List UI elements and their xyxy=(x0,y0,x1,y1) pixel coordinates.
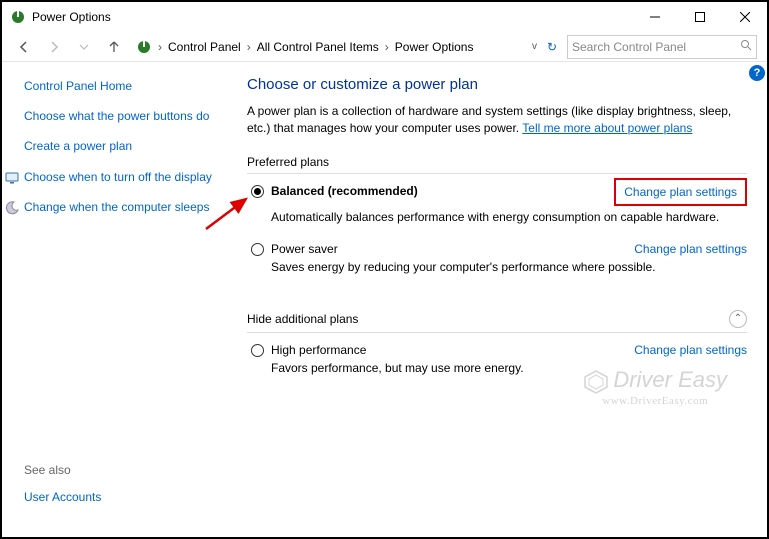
recent-dropdown[interactable] xyxy=(72,35,96,59)
plan-saver-desc: Saves energy by reducing your computer's… xyxy=(271,260,747,274)
display-off-icon xyxy=(4,170,20,186)
maximize-button[interactable] xyxy=(677,2,722,32)
power-options-icon xyxy=(136,39,152,55)
sidebar-create-plan[interactable]: Create a power plan xyxy=(24,138,217,154)
plan-balanced-desc: Automatically balances performance with … xyxy=(271,210,747,224)
page-heading: Choose or customize a power plan xyxy=(247,76,747,93)
sidebar-computer-sleeps[interactable]: Change when the computer sleeps xyxy=(24,199,217,215)
back-button[interactable] xyxy=(12,35,36,59)
preferred-plans-label: Preferred plans xyxy=(247,155,747,174)
sidebar: Control Panel Home Choose what the power… xyxy=(2,62,227,537)
close-button[interactable] xyxy=(722,2,767,32)
moon-icon xyxy=(4,200,20,216)
plan-balanced: Balanced (recommended) Change plan setti… xyxy=(247,184,747,236)
main: Choose or customize a power plan A power… xyxy=(227,62,767,537)
breadcrumb-control-panel[interactable]: Control Panel xyxy=(168,40,241,54)
minimize-button[interactable] xyxy=(632,2,677,32)
titlebar: Power Options xyxy=(2,2,767,32)
radio-high-performance[interactable] xyxy=(251,344,264,357)
breadcrumb[interactable]: › Control Panel › All Control Panel Item… xyxy=(132,35,561,59)
see-also-user-accounts[interactable]: User Accounts xyxy=(24,489,101,505)
plan-power-saver: Power saver Change plan settings Saves e… xyxy=(247,242,747,286)
tell-me-more-link[interactable]: Tell me more about power plans xyxy=(522,121,692,135)
breadcrumb-power-options[interactable]: Power Options xyxy=(395,40,474,54)
change-plan-balanced[interactable]: Change plan settings xyxy=(614,178,747,206)
refresh-icon[interactable]: ↻ xyxy=(547,40,557,54)
search-icon xyxy=(740,39,752,54)
change-plan-high[interactable]: Change plan settings xyxy=(634,343,747,357)
change-plan-saver[interactable]: Change plan settings xyxy=(634,242,747,256)
see-also-label: See also xyxy=(24,463,101,477)
plan-high-desc: Favors performance, but may use more ene… xyxy=(271,361,747,375)
navigation-bar: › Control Panel › All Control Panel Item… xyxy=(2,32,767,62)
plan-high-performance: High performance Change plan settings Fa… xyxy=(247,343,747,387)
radio-balanced[interactable] xyxy=(251,185,264,198)
plan-balanced-name[interactable]: Balanced (recommended) xyxy=(271,184,418,198)
radio-power-saver[interactable] xyxy=(251,243,264,256)
breadcrumb-all-items[interactable]: All Control Panel Items xyxy=(257,40,379,54)
hide-additional-label: Hide additional plans xyxy=(247,312,358,326)
sidebar-control-panel-home[interactable]: Control Panel Home xyxy=(24,78,217,94)
power-options-icon xyxy=(10,9,26,25)
chevron-down-icon[interactable]: v xyxy=(530,41,539,52)
chevron-right-icon: › xyxy=(383,40,391,54)
forward-button[interactable] xyxy=(42,35,66,59)
collapse-icon[interactable]: ⌃ xyxy=(729,310,747,328)
hide-additional-plans-row[interactable]: Hide additional plans ⌃ xyxy=(247,310,747,333)
sidebar-power-buttons[interactable]: Choose what the power buttons do xyxy=(24,108,217,124)
intro-text: A power plan is a collection of hardware… xyxy=(247,103,747,137)
sidebar-turn-off-display[interactable]: Choose when to turn off the display xyxy=(24,169,217,185)
window-title: Power Options xyxy=(32,10,111,24)
plan-high-name[interactable]: High performance xyxy=(271,343,366,357)
plan-saver-name[interactable]: Power saver xyxy=(271,242,338,256)
chevron-right-icon: › xyxy=(156,40,164,54)
see-also-section: See also User Accounts xyxy=(24,463,101,519)
chevron-right-icon: › xyxy=(245,40,253,54)
content: Control Panel Home Choose what the power… xyxy=(2,62,767,537)
up-button[interactable] xyxy=(102,35,126,59)
search-placeholder: Search Control Panel xyxy=(572,40,740,54)
search-input[interactable]: Search Control Panel xyxy=(567,35,757,59)
